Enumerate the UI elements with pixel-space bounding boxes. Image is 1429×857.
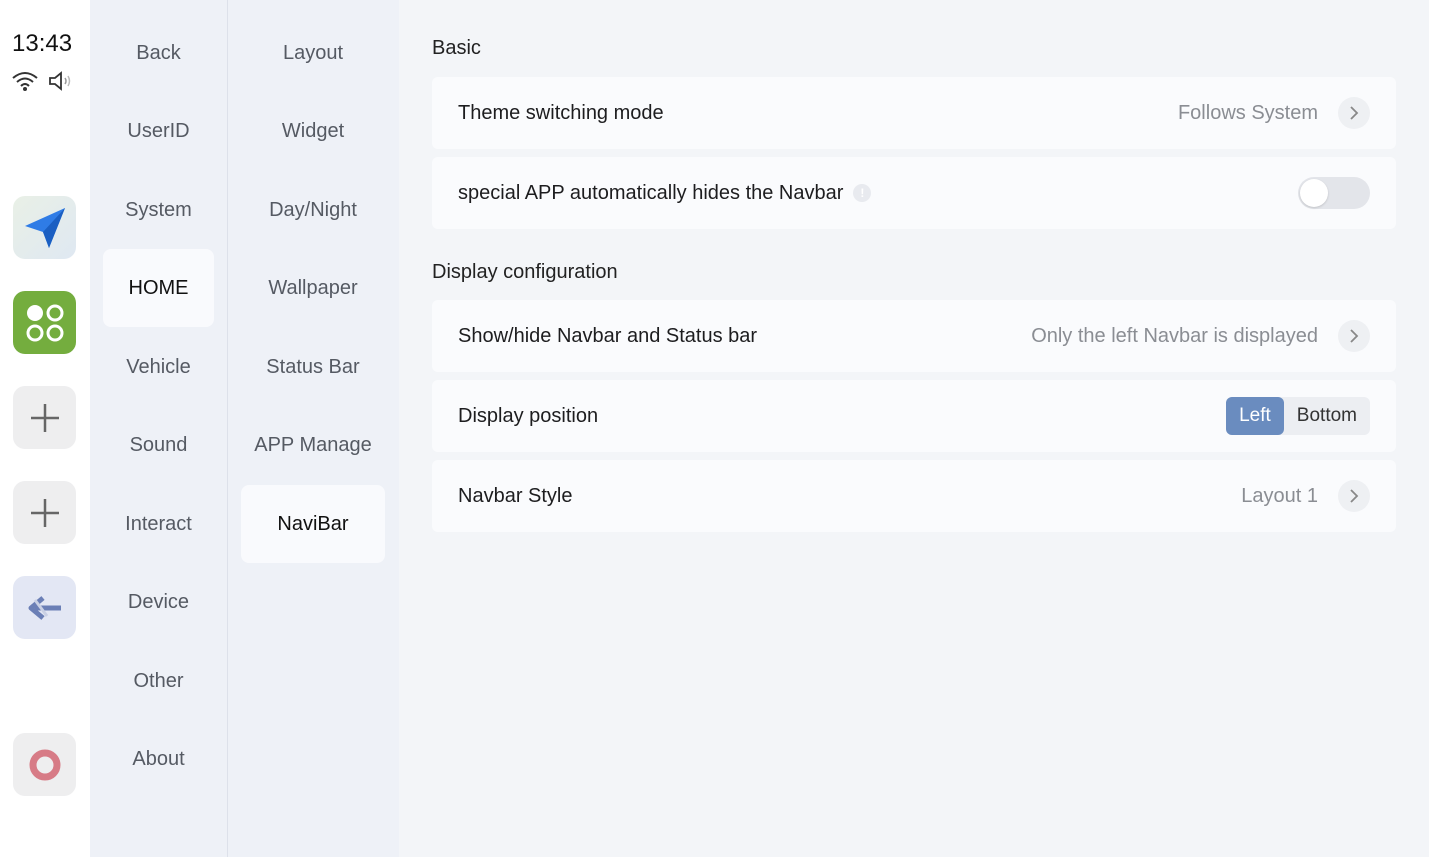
status-clock: 13:43 xyxy=(12,30,73,57)
auto-hide-navbar-toggle[interactable] xyxy=(1298,177,1370,209)
navigation-app-icon[interactable] xyxy=(13,196,76,259)
category-about[interactable]: About xyxy=(103,720,214,798)
status-icons xyxy=(11,70,75,97)
back-arrow-icon[interactable] xyxy=(13,576,76,639)
subcategory-app-manage[interactable]: APP Manage xyxy=(241,406,385,484)
navbar-style-value: Layout 1 xyxy=(1241,484,1318,507)
theme-switching-value: Follows System xyxy=(1177,101,1318,124)
show-hide-navbar-value: Only the left Navbar is displayed xyxy=(1031,324,1318,347)
auto-hide-navbar-row: special APP automatically hides the Navb… xyxy=(432,157,1396,229)
chevron-right-icon[interactable] xyxy=(1338,97,1370,129)
app-dock: 13:43 xyxy=(0,0,90,857)
category-menu: Back UserID System HOME Vehicle Sound In… xyxy=(90,0,228,857)
navbar-style-row[interactable]: Navbar Style Layout 1 xyxy=(432,460,1396,532)
info-icon[interactable]: ! xyxy=(853,184,872,202)
category-home[interactable]: HOME xyxy=(103,249,214,327)
subcategory-widget[interactable]: Widget xyxy=(241,92,385,170)
section-title-display-configuration: Display configuration xyxy=(432,261,618,283)
chevron-right-icon[interactable] xyxy=(1338,320,1370,352)
theme-switching-row[interactable]: Theme switching mode Follows System xyxy=(432,77,1396,149)
subcategory-layout[interactable]: Layout xyxy=(241,14,385,92)
category-system[interactable]: System xyxy=(103,171,214,249)
show-hide-navbar-row[interactable]: Show/hide Navbar and Status bar Only the… xyxy=(432,300,1396,372)
chevron-right-icon[interactable] xyxy=(1338,480,1370,512)
category-back[interactable]: Back xyxy=(103,14,214,92)
position-bottom-button[interactable]: Bottom xyxy=(1284,397,1370,435)
display-position-row: Display position Left Bottom xyxy=(432,380,1396,452)
navbar-style-label: Navbar Style xyxy=(458,484,573,507)
ring-app-icon[interactable] xyxy=(13,733,76,796)
auto-hide-navbar-label: special APP automatically hides the Navb… xyxy=(458,181,844,204)
category-vehicle[interactable]: Vehicle xyxy=(103,328,214,406)
category-device[interactable]: Device xyxy=(103,563,214,641)
display-position-selector: Left Bottom xyxy=(1226,397,1370,435)
subcategory-status-bar[interactable]: Status Bar xyxy=(241,328,385,406)
wifi-icon xyxy=(11,70,39,97)
add-icon[interactable] xyxy=(13,481,76,544)
volume-icon xyxy=(47,70,75,97)
subcategory-menu: Layout Widget Day/Night Wallpaper Status… xyxy=(229,0,399,857)
position-left-button[interactable]: Left xyxy=(1226,397,1284,435)
subcategory-navibar[interactable]: NaviBar xyxy=(241,485,385,563)
show-hide-navbar-label: Show/hide Navbar and Status bar xyxy=(458,324,758,347)
settings-panel: Basic Theme switching mode Follows Syste… xyxy=(399,0,1429,857)
theme-switching-label: Theme switching mode xyxy=(458,101,664,124)
display-position-label: Display position xyxy=(458,404,599,427)
add-icon[interactable] xyxy=(13,386,76,449)
category-other[interactable]: Other xyxy=(103,642,214,720)
category-sound[interactable]: Sound xyxy=(103,406,214,484)
category-interact[interactable]: Interact xyxy=(103,485,214,563)
section-title-basic: Basic xyxy=(432,37,481,59)
toggle-knob xyxy=(1300,179,1328,207)
category-userid[interactable]: UserID xyxy=(103,92,214,170)
subcategory-day-night[interactable]: Day/Night xyxy=(241,171,385,249)
apps-grid-icon[interactable] xyxy=(13,291,76,354)
subcategory-wallpaper[interactable]: Wallpaper xyxy=(241,249,385,327)
